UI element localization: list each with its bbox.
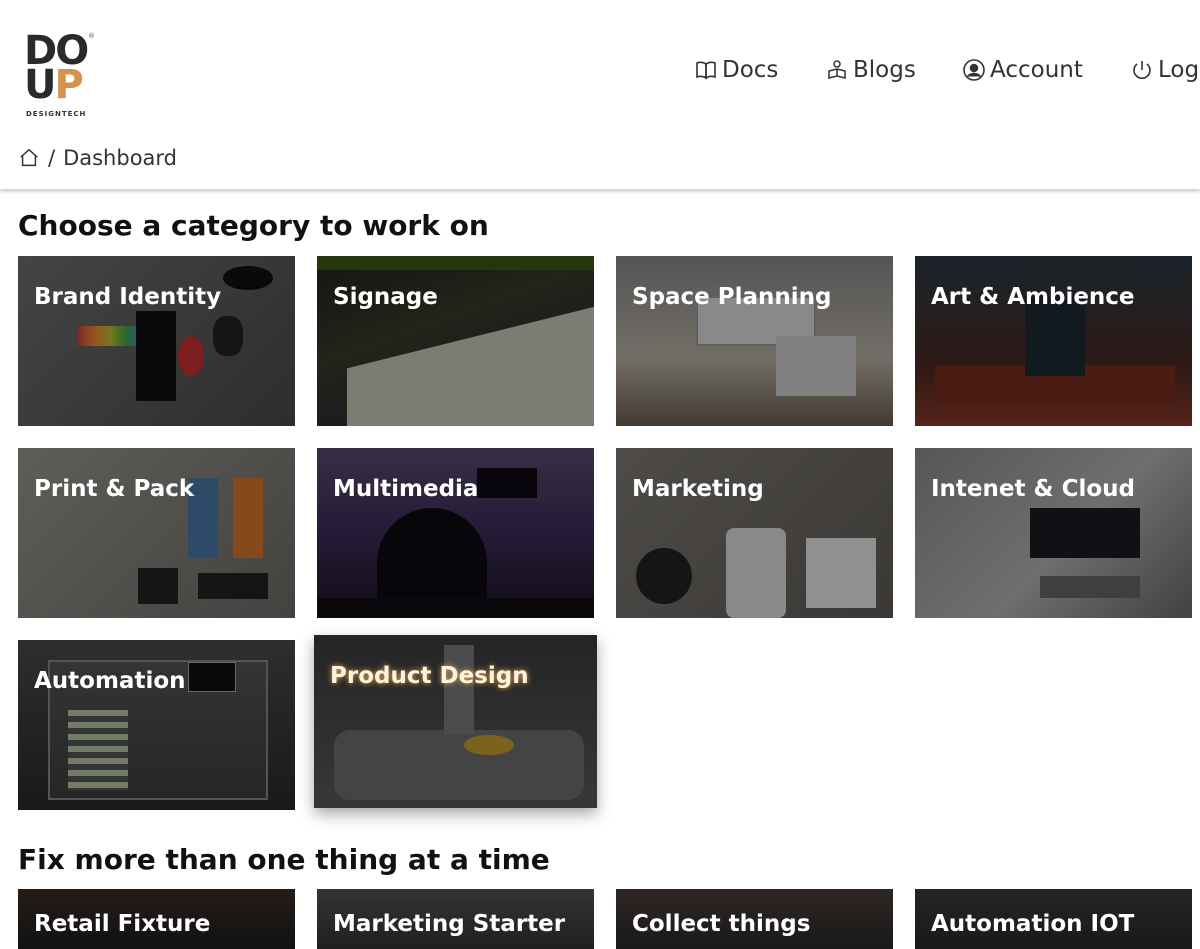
multi-tile-label: Automation IOT <box>931 911 1135 937</box>
multi-tile-marketing-starter[interactable]: Marketing Starter <box>317 889 594 949</box>
multi-tile-collect-things[interactable]: Collect things <box>616 889 893 949</box>
category-tile-label: Signage <box>333 284 438 310</box>
category-section-title: Choose a category to work on <box>18 209 489 242</box>
nav-logout-label: Log <box>1158 57 1200 83</box>
category-tile-print-pack[interactable]: Print & Pack <box>18 448 295 618</box>
tile-overlay <box>317 448 594 618</box>
category-tile-signage[interactable]: Signage <box>317 256 594 426</box>
tile-overlay <box>915 448 1192 618</box>
home-icon[interactable] <box>18 147 40 169</box>
multi-section-title: Fix more than one thing at a time <box>18 843 550 876</box>
category-tile-brand-identity[interactable]: Brand Identity <box>18 256 295 426</box>
nav-logout-link[interactable]: Log <box>1130 54 1199 86</box>
category-tile-automation[interactable]: Automation <box>18 640 295 810</box>
blog-reader-icon <box>828 60 846 79</box>
doup-logo[interactable]: DO UP ® DESIGNTECH <box>24 31 104 122</box>
book-icon <box>696 61 716 80</box>
nav-blogs-link[interactable]: Blogs <box>825 54 916 86</box>
tile-overlay <box>18 640 295 810</box>
nav-account-link[interactable]: Account <box>962 54 1083 86</box>
tile-overlay <box>314 635 597 808</box>
logo-tagline: DESIGNTECH <box>26 110 87 118</box>
multi-tile-label: Collect things <box>632 911 811 937</box>
category-tile-internet-cloud[interactable]: Intenet & Cloud <box>915 448 1192 618</box>
multi-tile-label: Retail Fixture <box>34 911 211 937</box>
category-tile-marketing[interactable]: Marketing <box>616 448 893 618</box>
category-tile-art-ambience[interactable]: Art & Ambience <box>915 256 1192 426</box>
logo-text-up: UP <box>24 62 84 108</box>
tile-overlay <box>915 256 1192 426</box>
category-tile-label: Art & Ambience <box>931 284 1135 310</box>
category-tile-label: Multimedia <box>333 476 479 502</box>
multi-tile-retail-fixture[interactable]: Retail Fixture <box>18 889 295 949</box>
multi-tile-automation-iot[interactable]: Automation IOT <box>915 889 1192 949</box>
tile-overlay <box>317 256 594 426</box>
category-tile-product-design[interactable]: Product Design <box>314 635 597 808</box>
breadcrumb-current: Dashboard <box>63 146 178 170</box>
nav-docs-link[interactable]: Docs <box>694 54 778 86</box>
power-icon <box>1133 61 1151 79</box>
category-tile-label: Intenet & Cloud <box>931 476 1135 502</box>
tile-overlay <box>616 256 893 426</box>
nav-account-label: Account <box>990 57 1083 83</box>
category-tile-label: Brand Identity <box>34 284 222 310</box>
category-tile-label: Product Design <box>330 663 529 689</box>
breadcrumb: / Dashboard <box>18 146 177 170</box>
tile-overlay <box>18 256 295 426</box>
nav-docs-label: Docs <box>722 57 779 83</box>
tile-overlay <box>18 448 295 618</box>
tile-overlay <box>616 448 893 618</box>
category-tile-multimedia[interactable]: Multimedia <box>317 448 594 618</box>
user-circle-icon <box>963 59 985 81</box>
registered-mark: ® <box>88 32 95 40</box>
breadcrumb-separator: / <box>48 146 56 170</box>
category-tile-label: Marketing <box>632 476 764 502</box>
category-tile-label: Print & Pack <box>34 476 195 502</box>
category-tile-label: Automation <box>34 668 186 694</box>
multi-tile-label: Marketing Starter <box>333 911 566 937</box>
nav-blogs-label: Blogs <box>853 57 916 83</box>
category-tile-label: Space Planning <box>632 284 832 310</box>
category-tile-space-planning[interactable]: Space Planning <box>616 256 893 426</box>
top-header: DO UP ® DESIGNTECH Docs Blogs Account Lo… <box>0 0 1200 190</box>
